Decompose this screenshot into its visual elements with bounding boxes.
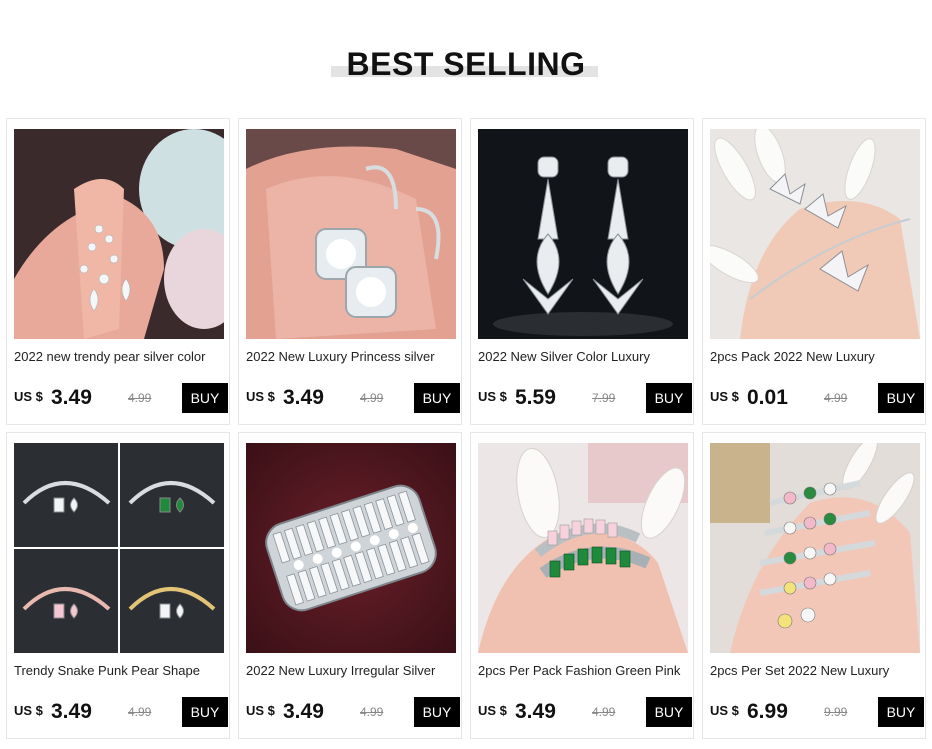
buy-button[interactable]: BUY — [414, 697, 460, 727]
sale-price: 3.49 — [51, 386, 92, 409]
currency-label: US $ — [710, 703, 739, 718]
original-price: 4.99 — [824, 391, 848, 405]
price-row: US $ 6.99 9.99 BUY — [710, 697, 924, 727]
product-name[interactable]: 2022 New Silver Color Luxury — [478, 349, 690, 365]
original-price: 4.99 — [128, 391, 152, 405]
price-row: US $ 0.01 4.99 BUY — [710, 383, 924, 413]
product-name[interactable]: 2022 New Luxury Irregular Silver — [246, 663, 458, 679]
sale-price: 0.01 — [747, 386, 788, 409]
product-name[interactable]: Trendy Snake Punk Pear Shape — [14, 663, 226, 679]
product-image[interactable] — [246, 129, 456, 339]
sale-price: 6.99 — [747, 700, 788, 723]
product-card[interactable]: 2pcs Pack 2022 New Luxury US $ 0.01 4.99… — [702, 118, 926, 425]
product-image[interactable] — [478, 443, 688, 653]
currency-label: US $ — [14, 703, 43, 718]
original-price: 7.99 — [592, 391, 616, 405]
product-image[interactable] — [478, 129, 688, 339]
currency-label: US $ — [246, 703, 275, 718]
product-card[interactable]: Trendy Snake Punk Pear Shape US $ 3.49 4… — [6, 432, 230, 739]
buy-button[interactable]: BUY — [646, 383, 692, 413]
product-card[interactable]: 2022 New Luxury Princess silver US $ 3.4… — [238, 118, 462, 425]
currency-label: US $ — [246, 389, 275, 404]
price-row: US $ 3.49 4.99 BUY — [14, 383, 228, 413]
buy-button[interactable]: BUY — [878, 697, 924, 727]
price-row: US $ 3.49 4.99 BUY — [478, 697, 692, 727]
product-card[interactable]: 2pcs Per Pack Fashion Green Pink US $ 3.… — [470, 432, 694, 739]
section-title: BEST SELLING — [346, 46, 586, 82]
price-row: US $ 5.59 7.99 BUY — [478, 383, 692, 413]
sale-price: 5.59 — [515, 386, 556, 409]
product-card[interactable]: 2022 new trendy pear silver color US $ 3… — [6, 118, 230, 425]
product-name[interactable]: 2pcs Per Set 2022 New Luxury — [710, 663, 922, 679]
buy-button[interactable]: BUY — [878, 383, 924, 413]
sale-price: 3.49 — [283, 386, 324, 409]
currency-label: US $ — [14, 389, 43, 404]
price-row: US $ 3.49 4.99 BUY — [14, 697, 228, 727]
currency-label: US $ — [478, 703, 507, 718]
price-row: US $ 3.49 4.99 BUY — [246, 697, 460, 727]
product-name[interactable]: 2pcs Pack 2022 New Luxury — [710, 349, 922, 365]
original-price: 4.99 — [360, 705, 384, 719]
original-price: 4.99 — [128, 705, 152, 719]
sale-price: 3.49 — [283, 700, 324, 723]
product-image[interactable] — [14, 129, 224, 339]
sale-price: 3.49 — [51, 700, 92, 723]
product-image[interactable] — [14, 443, 224, 653]
currency-label: US $ — [710, 389, 739, 404]
product-name[interactable]: 2022 new trendy pear silver color — [14, 349, 226, 365]
product-image[interactable] — [710, 443, 920, 653]
product-name[interactable]: 2pcs Per Pack Fashion Green Pink — [478, 663, 690, 679]
sale-price: 3.49 — [515, 700, 556, 723]
original-price: 4.99 — [360, 391, 384, 405]
product-card[interactable]: 2pcs Per Set 2022 New Luxury US $ 6.99 9… — [702, 432, 926, 739]
currency-label: US $ — [478, 389, 507, 404]
product-image[interactable] — [246, 443, 456, 653]
original-price: 4.99 — [592, 705, 616, 719]
buy-button[interactable]: BUY — [182, 383, 228, 413]
product-image[interactable] — [710, 129, 920, 339]
product-card[interactable]: 2022 New Silver Color Luxury US $ 5.59 7… — [470, 118, 694, 425]
product-card[interactable]: 2022 New Luxury Irregular Silver US $ 3.… — [238, 432, 462, 739]
price-row: US $ 3.49 4.99 BUY — [246, 383, 460, 413]
product-name[interactable]: 2022 New Luxury Princess silver — [246, 349, 458, 365]
buy-button[interactable]: BUY — [646, 697, 692, 727]
section-header: BEST SELLING — [0, 44, 932, 84]
buy-button[interactable]: BUY — [182, 697, 228, 727]
original-price: 9.99 — [824, 705, 848, 719]
buy-button[interactable]: BUY — [414, 383, 460, 413]
